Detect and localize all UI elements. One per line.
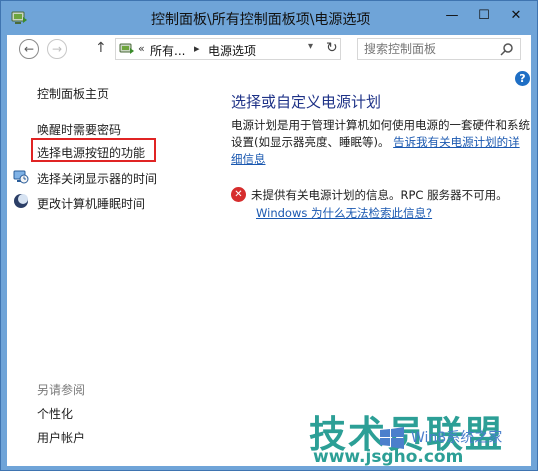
- up-button[interactable]: ↑: [95, 40, 107, 56]
- page-title: 选择或自定义电源计划: [231, 93, 382, 111]
- why-cannot-retrieve-link[interactable]: Windows 为什么无法检索此信息?: [256, 205, 432, 221]
- help-icon[interactable]: ?: [515, 71, 530, 86]
- search-input[interactable]: [364, 41, 492, 57]
- navigation-bar: ← → ↑ « 所有... ▸ 电源选项 ▾ ↻: [7, 35, 531, 65]
- control-panel-home-link[interactable]: 控制面板主页: [37, 85, 109, 102]
- breadcrumb-overflow[interactable]: «: [138, 42, 145, 55]
- address-bar[interactable]: « 所有... ▸ 电源选项 ▾ ↻: [115, 38, 341, 60]
- see-also-heading: 另请参阅: [37, 383, 86, 397]
- power-plan-description: 电源计划是用于管理计算机如何使用电源的一套硬件和系统设置(如显示器亮度、睡眠等)…: [231, 117, 531, 168]
- user-accounts-link[interactable]: 用户帐户: [37, 429, 85, 446]
- windows-logo-icon: [380, 427, 404, 449]
- refresh-icon[interactable]: ↻: [326, 40, 338, 56]
- wake-password-link[interactable]: 唤醒时需要密码: [37, 121, 121, 138]
- power-options-app-icon: [11, 11, 27, 24]
- close-button[interactable]: ✕: [503, 5, 529, 27]
- watermark-subtitle: Win8系统之家: [411, 430, 503, 446]
- breadcrumb-power-options[interactable]: 电源选项: [208, 42, 256, 59]
- minimize-button[interactable]: —: [439, 5, 465, 27]
- breadcrumb-separator[interactable]: ▸: [194, 42, 200, 55]
- monitor-clock-icon: [13, 170, 29, 184]
- watermark-url: www.jsgho.com: [313, 447, 464, 467]
- search-icon[interactable]: [500, 42, 514, 56]
- power-button-function-link[interactable]: 选择电源按钮的功能: [37, 144, 145, 161]
- sleep-time-link[interactable]: 更改计算机睡眠时间: [37, 195, 145, 212]
- error-message: 未提供有关电源计划的信息。RPC 服务器不可用。: [251, 188, 508, 202]
- forward-button[interactable]: →: [47, 39, 67, 59]
- control-panel-icon: [119, 43, 134, 54]
- title-bar[interactable]: 控制面板\所有控制面板项\电源选项 — ☐ ✕: [1, 1, 537, 35]
- search-box[interactable]: [357, 38, 521, 60]
- back-button[interactable]: ←: [19, 39, 39, 59]
- personalization-link[interactable]: 个性化: [37, 405, 73, 422]
- display-off-time-link[interactable]: 选择关闭显示器的时间: [37, 170, 157, 187]
- chevron-down-icon[interactable]: ▾: [308, 41, 313, 52]
- error-icon: ✕: [231, 187, 246, 202]
- window-title: 控制面板\所有控制面板项\电源选项: [151, 12, 371, 28]
- maximize-button[interactable]: ☐: [471, 5, 497, 27]
- moon-icon: [14, 194, 28, 208]
- control-panel-window: 控制面板\所有控制面板项\电源选项 — ☐ ✕ ← → ↑ « 所有... ▸ …: [0, 0, 538, 471]
- window-client-area: ← → ↑ « 所有... ▸ 电源选项 ▾ ↻ 搜索控制面板 ? 控制面板主页…: [7, 35, 531, 467]
- breadcrumb-all-items[interactable]: 所有...: [150, 42, 185, 59]
